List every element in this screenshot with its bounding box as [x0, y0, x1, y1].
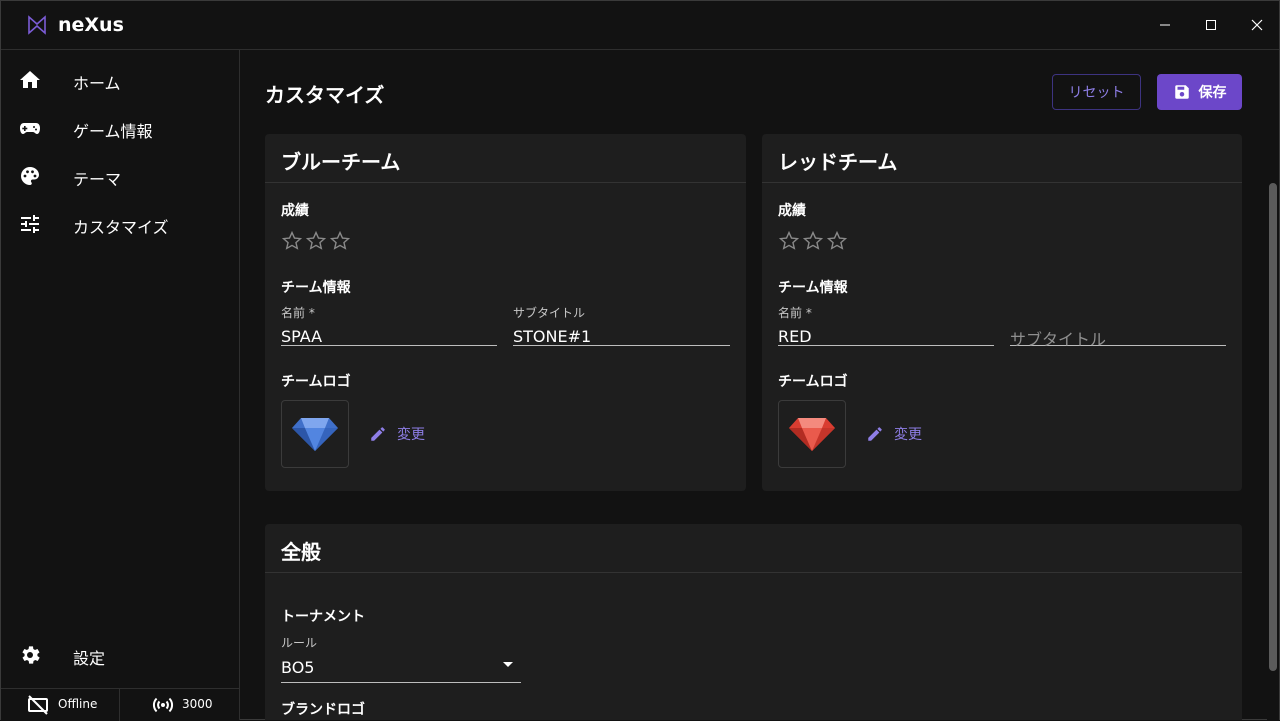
blue-team-card: ブルーチーム 成績 チーム情報 名前 * SPAA サブタイトル STONE#1… — [265, 134, 746, 491]
sidebar-item-label: カスタマイズ — [73, 218, 169, 237]
subtitle-field[interactable]: サブタイトル STONE#1 — [513, 304, 730, 346]
team-info-label: チーム情報 — [281, 280, 351, 296]
subtitle-placeholder: サブタイトル — [1010, 330, 1107, 349]
card-title: レッドチーム — [778, 150, 898, 174]
field-label: 名前 * — [281, 306, 315, 320]
card-title: 全般 — [281, 540, 321, 564]
broadcast-icon — [152, 697, 174, 713]
blue-gem-icon — [292, 418, 338, 451]
floppy-disk-icon — [1174, 85, 1189, 99]
sidebar-item-label: ホーム — [73, 74, 121, 93]
sidebar-item-game-info[interactable]: ゲーム情報 — [1, 104, 239, 152]
team-logo[interactable] — [281, 400, 349, 468]
home-icon — [20, 71, 40, 88]
status-bar: Offline 3000 — [1, 688, 239, 721]
card-header: 全般 — [265, 524, 1242, 573]
rating-stars — [281, 230, 351, 252]
pencil-icon — [868, 427, 882, 441]
team-name-value: SPAA — [281, 327, 323, 346]
app-title: neXus — [58, 14, 124, 36]
team-logo-label: チームロゴ — [778, 374, 848, 390]
general-card: 全般 トーナメント ルール BO5 ブランドロゴ — [265, 524, 1242, 720]
offline-icon — [28, 695, 48, 715]
sidebar-item-settings[interactable]: 設定 — [1, 631, 239, 679]
sidebar-item-label: 設定 — [73, 649, 106, 668]
subtitle-field[interactable]: サブタイトル — [1010, 304, 1226, 349]
maximize-button[interactable] — [1199, 13, 1223, 37]
maximize-icon — [1206, 20, 1216, 30]
save-button[interactable]: 保存 — [1157, 74, 1242, 110]
main-content: カスタマイズ リセット 保存 ブルーチーム 成績 チーム情報 名前 * SPAA… — [241, 51, 1267, 720]
gear-icon — [22, 646, 40, 664]
star-icon[interactable] — [802, 230, 824, 252]
reset-button[interactable]: リセット — [1052, 74, 1141, 110]
star-icon[interactable] — [305, 230, 327, 252]
team-logo-label: チームロゴ — [281, 374, 351, 390]
red-gem-icon — [789, 418, 835, 451]
save-button-label: 保存 — [1198, 85, 1227, 101]
change-logo-button[interactable]: 変更 — [866, 422, 922, 446]
team-name-field[interactable]: 名前 * SPAA — [281, 304, 497, 346]
field-label: ルール — [281, 636, 318, 650]
port-status: 3000 — [120, 689, 239, 721]
minimize-button[interactable] — [1153, 13, 1177, 37]
record-label: 成績 — [778, 203, 806, 219]
field-label: サブタイトル — [513, 306, 586, 320]
title-bar: neXus — [1, 1, 1279, 50]
sidebar: ホーム ゲーム情報 テーマ カスタマイズ 設定 Offline 3000 — [1, 50, 240, 721]
pencil-icon — [371, 427, 385, 441]
app-window: neXus ホーム ゲーム情報 テーマ カスタマイズ 設定 Offline 30… — [0, 0, 1280, 721]
minimize-icon — [1160, 24, 1170, 26]
rating-stars — [778, 230, 848, 252]
change-logo-button[interactable]: 変更 — [369, 422, 425, 446]
team-name-field[interactable]: 名前 * RED — [778, 304, 994, 346]
gamepad-icon — [20, 123, 40, 134]
star-icon[interactable] — [329, 230, 351, 252]
close-button[interactable] — [1245, 13, 1269, 37]
card-header: ブルーチーム — [265, 134, 746, 183]
sidebar-item-label: ゲーム情報 — [73, 122, 153, 141]
star-icon[interactable] — [778, 230, 800, 252]
change-logo-label: 変更 — [894, 427, 922, 443]
page-title: カスタマイズ — [265, 83, 385, 107]
subtitle-value: STONE#1 — [513, 327, 592, 346]
app-logo-icon — [28, 15, 46, 35]
connection-status-text: Offline — [58, 697, 98, 711]
tune-icon — [21, 215, 39, 233]
reset-button-label: リセット — [1068, 85, 1125, 101]
sidebar-item-home[interactable]: ホーム — [1, 56, 239, 104]
close-icon — [1251, 19, 1263, 31]
card-header: レッドチーム — [762, 134, 1242, 183]
record-label: 成績 — [281, 203, 309, 219]
palette-icon — [21, 167, 39, 185]
scrollbar[interactable] — [1267, 51, 1279, 720]
star-icon[interactable] — [281, 230, 303, 252]
dropdown-arrow-icon — [503, 662, 513, 667]
brand-logo-label: ブランドロゴ — [281, 702, 365, 718]
team-info-label: チーム情報 — [778, 280, 848, 296]
sidebar-item-customize[interactable]: カスタマイズ — [1, 200, 239, 248]
change-logo-label: 変更 — [397, 427, 425, 443]
rule-value: BO5 — [281, 658, 315, 677]
team-name-value: RED — [778, 327, 812, 346]
sidebar-item-theme[interactable]: テーマ — [1, 152, 239, 200]
field-label: 名前 * — [778, 306, 812, 320]
card-title: ブルーチーム — [281, 150, 401, 174]
team-logo[interactable] — [778, 400, 846, 468]
port-number: 3000 — [182, 697, 213, 711]
sidebar-item-label: テーマ — [73, 170, 122, 189]
scrollbar-thumb[interactable] — [1269, 183, 1277, 671]
star-icon[interactable] — [826, 230, 848, 252]
connection-status: Offline — [1, 689, 120, 721]
red-team-card: レッドチーム 成績 チーム情報 名前 * RED サブタイトル チームロゴ 変更 — [762, 134, 1242, 491]
tournament-label: トーナメント — [281, 609, 365, 625]
rule-select[interactable]: ルール BO5 — [281, 634, 521, 683]
